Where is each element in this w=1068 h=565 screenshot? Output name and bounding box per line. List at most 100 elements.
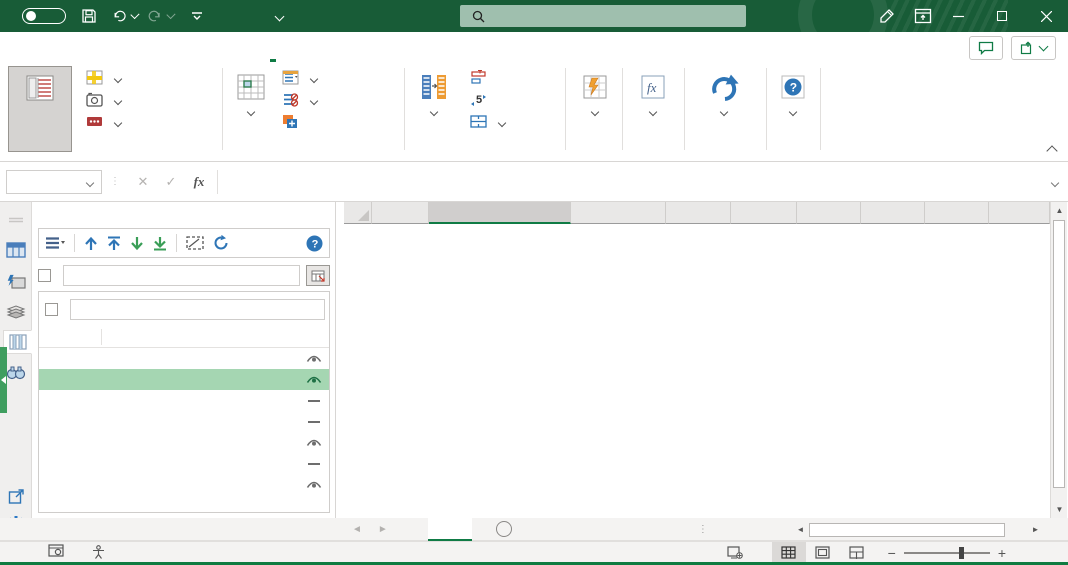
name-box[interactable] bbox=[6, 169, 102, 194]
move-up-icon[interactable] bbox=[84, 236, 98, 251]
content-button[interactable] bbox=[408, 66, 460, 152]
scroll-left-icon[interactable]: ◄ bbox=[792, 521, 809, 538]
sheet-tab-personnels[interactable] bbox=[427, 517, 472, 541]
to-actual-button[interactable] bbox=[470, 70, 505, 85]
snap-button[interactable] bbox=[86, 92, 123, 107]
column-list-row-f[interactable] bbox=[39, 453, 329, 474]
scroll-up-icon[interactable]: ▲ bbox=[1051, 202, 1068, 219]
page-layout-view-button[interactable] bbox=[806, 542, 840, 563]
document-title[interactable] bbox=[270, 9, 285, 23]
macro-record-icon[interactable] bbox=[48, 544, 64, 560]
column-list-row-d[interactable] bbox=[39, 411, 329, 432]
list-menu-button[interactable] bbox=[45, 236, 65, 250]
visible-eye-icon[interactable] bbox=[299, 480, 329, 490]
move-to-bottom-icon[interactable] bbox=[153, 236, 167, 251]
visible-eye-icon[interactable] bbox=[299, 354, 329, 364]
navigation-button[interactable] bbox=[8, 66, 72, 152]
column-list-row-b[interactable] bbox=[39, 369, 329, 390]
column-header-g[interactable] bbox=[666, 202, 731, 224]
ribbon-tab-view[interactable] bbox=[182, 32, 208, 62]
ribbon-tab-formulas[interactable] bbox=[104, 32, 130, 62]
quick-access-tool-icon[interactable] bbox=[4, 270, 28, 294]
column-list-row-e[interactable] bbox=[39, 432, 329, 453]
ribbon-tab-data[interactable] bbox=[130, 32, 156, 62]
ribbon-tab-review[interactable] bbox=[156, 32, 182, 62]
visible-eye-icon[interactable] bbox=[299, 438, 329, 448]
move-to-top-icon[interactable] bbox=[107, 236, 121, 251]
formula-button[interactable]: fx bbox=[628, 66, 678, 152]
add-sheet-button[interactable] bbox=[495, 521, 512, 537]
maximize-button[interactable] bbox=[980, 0, 1024, 32]
minimize-button[interactable] bbox=[936, 0, 980, 32]
column-header-i[interactable] bbox=[797, 202, 861, 224]
sheetbar-resize-handle[interactable]: ⋮ bbox=[698, 524, 709, 535]
filter-input[interactable] bbox=[70, 299, 325, 320]
ribbon-tab-kutools-plus[interactable] bbox=[286, 32, 312, 62]
horizontal-scrollbar[interactable]: ◄ ► bbox=[792, 521, 1050, 538]
display-settings-button[interactable] bbox=[727, 546, 748, 559]
ribbon-tab-kutools[interactable] bbox=[260, 32, 286, 62]
formula-bar-handle[interactable]: ⋮ bbox=[110, 176, 121, 187]
copy-ranges-button[interactable] bbox=[282, 114, 317, 129]
column-header-e[interactable] bbox=[571, 202, 666, 224]
move-down-icon[interactable] bbox=[130, 236, 144, 251]
insert-function-icon[interactable]: fx bbox=[185, 174, 213, 190]
page-break-preview-button[interactable] bbox=[840, 542, 874, 563]
advanced-find-binoculars-icon[interactable] bbox=[4, 360, 28, 384]
comments-button[interactable] bbox=[969, 36, 1003, 60]
column-header-l[interactable] bbox=[989, 202, 1050, 224]
vertical-scroll-thumb[interactable] bbox=[1053, 220, 1065, 488]
range-button[interactable] bbox=[228, 66, 274, 152]
column-header-j[interactable] bbox=[861, 202, 925, 224]
title-range-checkbox[interactable] bbox=[38, 269, 51, 282]
normal-view-button[interactable] bbox=[771, 542, 806, 563]
hidden-dash-icon[interactable] bbox=[299, 420, 329, 423]
select-range-icon[interactable] bbox=[186, 236, 204, 250]
formula-bar-expand-icon[interactable] bbox=[1042, 178, 1068, 187]
quick-access-toolbar-icon[interactable] bbox=[184, 5, 210, 27]
search-input[interactable] bbox=[460, 5, 746, 27]
ribbon-tab-page-layout[interactable] bbox=[78, 32, 104, 62]
formula-input[interactable] bbox=[217, 169, 1042, 194]
column-list-tool-icon[interactable] bbox=[3, 330, 32, 354]
prevent-typing-button[interactable] bbox=[282, 92, 319, 107]
visible-eye-icon[interactable] bbox=[299, 375, 329, 385]
ribbon-tab-automate[interactable] bbox=[208, 32, 234, 62]
share-button[interactable] bbox=[1011, 36, 1056, 60]
editing-button[interactable] bbox=[572, 66, 618, 152]
accessibility-status[interactable] bbox=[92, 545, 110, 559]
show-hide-button[interactable] bbox=[86, 114, 123, 129]
ribbon-tab-file[interactable] bbox=[0, 32, 26, 62]
zoom-slider[interactable] bbox=[903, 546, 990, 559]
title-range-input[interactable] bbox=[63, 265, 300, 286]
ribbon-tab-developer[interactable] bbox=[234, 32, 260, 62]
column-list-row-a[interactable] bbox=[39, 348, 329, 369]
column-header-h[interactable] bbox=[731, 202, 797, 224]
collapse-ribbon-button[interactable] bbox=[1044, 143, 1060, 157]
ribbon-display-options-icon[interactable] bbox=[910, 5, 936, 27]
dropdown-list-button[interactable] bbox=[282, 70, 319, 85]
autosave-toggle[interactable] bbox=[22, 8, 66, 24]
vertical-scrollbar[interactable]: ▲ ▼ bbox=[1050, 202, 1067, 518]
editor-pen-icon[interactable] bbox=[874, 5, 900, 27]
round-button[interactable]: 5 bbox=[470, 92, 505, 107]
sheet-nav-left-icon[interactable]: ◄ bbox=[352, 524, 362, 535]
scroll-right-icon[interactable]: ► bbox=[1027, 521, 1044, 538]
reading-layout-button[interactable] bbox=[86, 70, 123, 85]
column-list-row-g[interactable] bbox=[39, 474, 329, 495]
ribbon-tab-home[interactable] bbox=[26, 32, 52, 62]
save-icon[interactable] bbox=[76, 5, 102, 27]
zoom-out-button[interactable]: − bbox=[888, 545, 896, 561]
column-list-row-c[interactable] bbox=[39, 390, 329, 411]
sheet-nav-right-icon[interactable]: ► bbox=[378, 524, 388, 535]
column-header-b[interactable] bbox=[429, 202, 571, 224]
column-header-k[interactable] bbox=[925, 202, 989, 224]
hidden-dash-icon[interactable] bbox=[299, 462, 329, 465]
pane-hide-handle[interactable] bbox=[0, 347, 7, 413]
merge-split-button[interactable] bbox=[470, 114, 507, 129]
scroll-down-icon[interactable]: ▼ bbox=[1051, 501, 1068, 518]
column-header-a[interactable] bbox=[372, 202, 429, 224]
undo-icon[interactable] bbox=[112, 5, 140, 27]
workbook-sheet-tool-icon[interactable] bbox=[4, 238, 28, 262]
zoom-slider-thumb[interactable] bbox=[958, 546, 964, 559]
